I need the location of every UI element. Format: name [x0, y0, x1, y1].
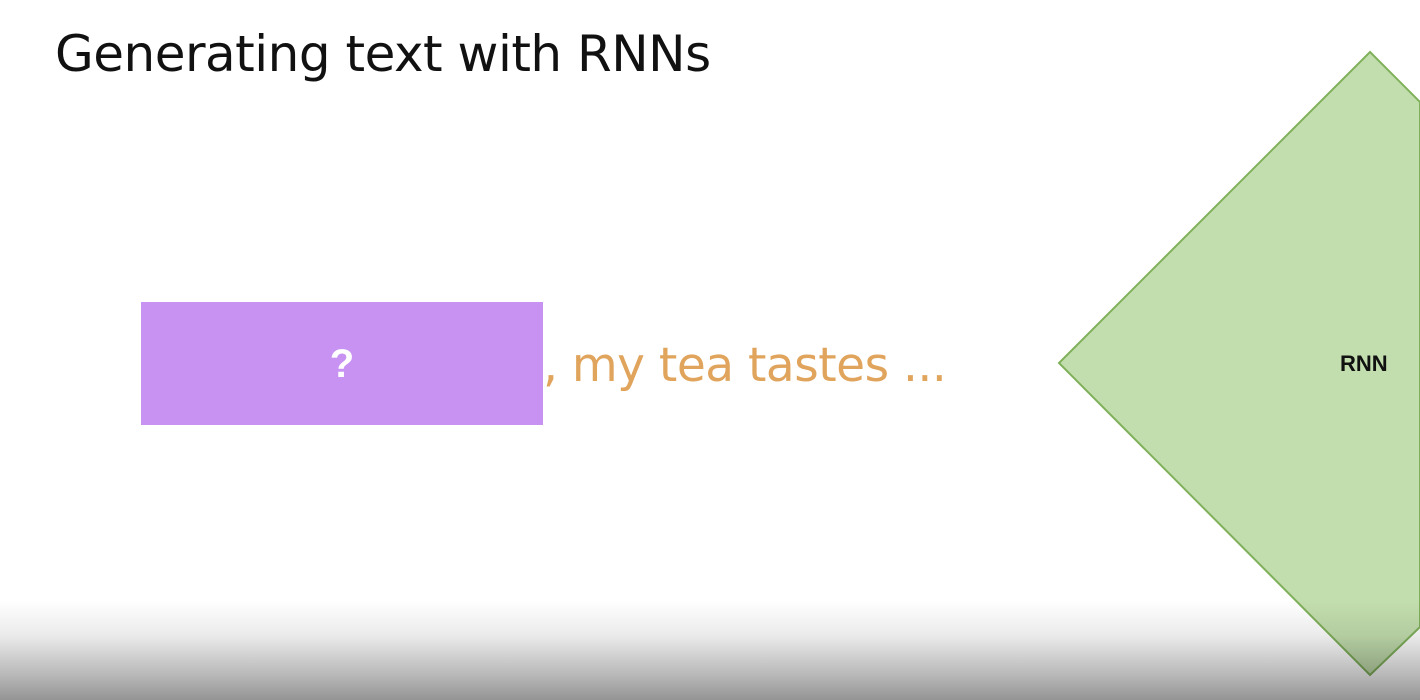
slide-title: Generating text with RNNs [55, 25, 711, 83]
video-bottom-shade [0, 600, 1420, 700]
rnn-label: RNN [1340, 351, 1388, 376]
slide: Generating text with RNNs ? , my tea tas… [0, 0, 1420, 700]
sentence-continuation: , my tea tastes ... [543, 338, 947, 393]
masked-word-box: ? [141, 302, 543, 425]
masked-word-label: ? [329, 341, 355, 386]
